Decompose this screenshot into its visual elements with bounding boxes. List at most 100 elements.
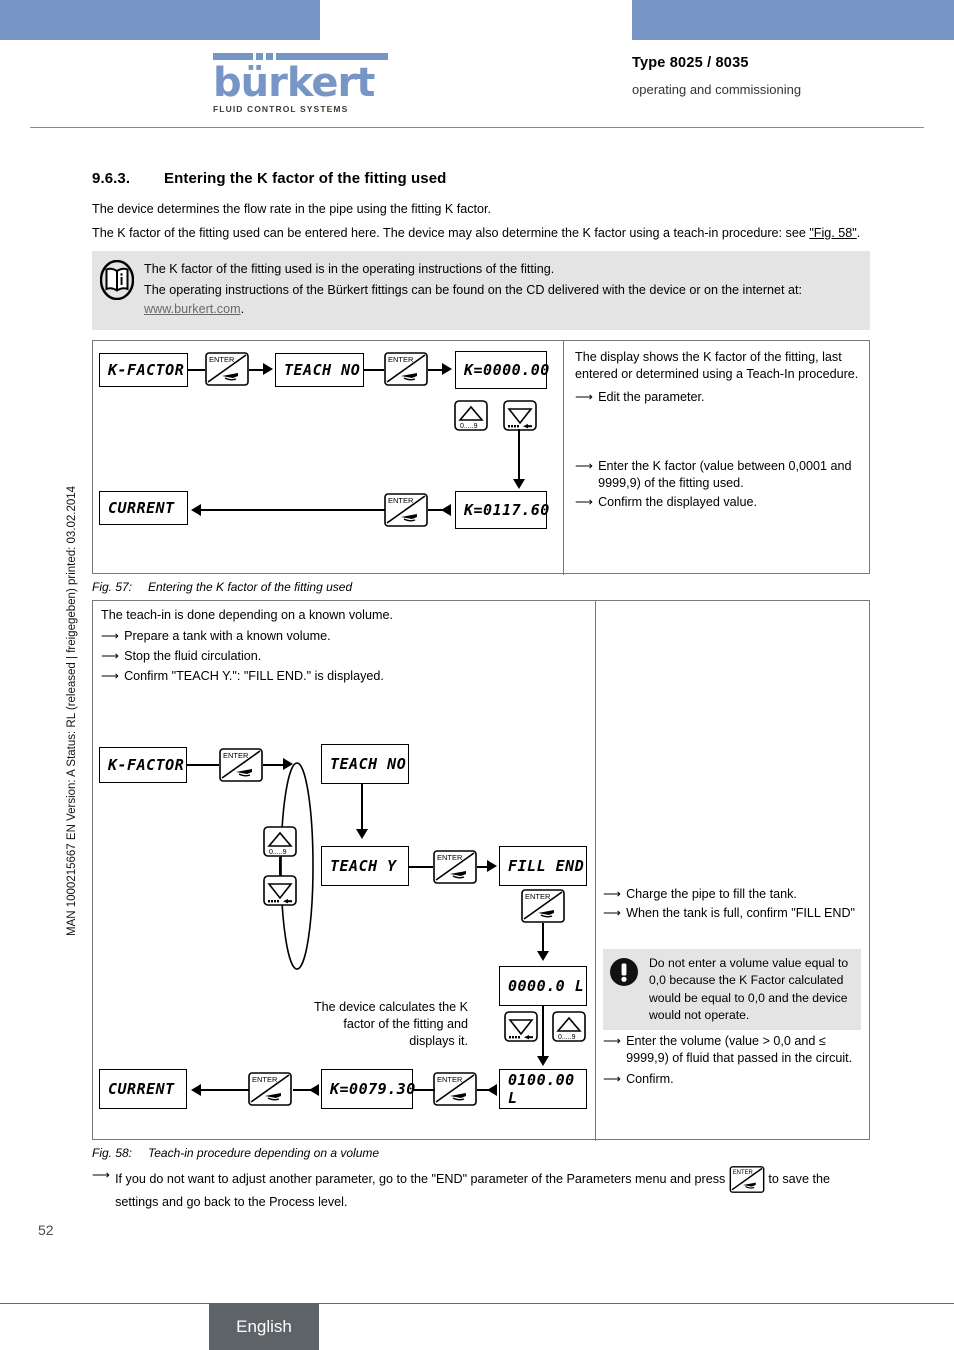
down-key-icon-58-a xyxy=(263,875,297,906)
enter-key-icon-58-b: ENTER xyxy=(433,850,477,884)
intro-paragraph-1: The device determines the flow rate in t… xyxy=(92,202,492,216)
fig58-expl-l3-text: Enter the volume (value > 0,0 and ≤ 9999… xyxy=(626,1033,853,1065)
fig58-intro-l3: ⟶ Confirm "TEACH Y.": "FILL END." is disp… xyxy=(101,668,701,685)
arrow-glyph: ⟶ xyxy=(101,668,120,683)
header-subtitle: operating and commissioning xyxy=(632,82,802,97)
svg-text:ENTER: ENTER xyxy=(388,355,414,364)
arrow-down-57-a xyxy=(513,478,525,489)
fig58-intro-l2: ⟶ Stop the fluid circulation. xyxy=(101,648,701,665)
banner-bar-right xyxy=(632,0,954,40)
burkert-website-link[interactable]: www.burkert.com xyxy=(144,302,241,316)
svg-text:0.....9: 0.....9 xyxy=(558,1034,576,1041)
enter-key-icon-57-a: ENTER xyxy=(205,352,249,386)
info-note-line1: The K factor of the fitting used is in t… xyxy=(144,262,555,277)
page-title: 9.6.3. Entering the K factor of the fitti… xyxy=(92,170,870,187)
fig58-caption-text: Teach-in procedure depending on a volume xyxy=(148,1145,380,1160)
fig57-expl-l3: ⟶ Confirm the displayed value. xyxy=(575,494,860,511)
svg-text:0.....9: 0.....9 xyxy=(460,423,478,430)
connector-line-58-j xyxy=(293,1088,313,1091)
up-key-icon-58-b: 0.....9 xyxy=(552,1011,586,1042)
lcd-volume-zero-58: 0000.0 L xyxy=(499,965,587,1006)
up-key-icon-58-a: 0.....9 xyxy=(263,826,297,857)
logo-wordmark: bürkert xyxy=(213,60,375,106)
lcd-fill-end-58: FILL END xyxy=(499,845,587,886)
enter-key-icon-58-e: ENTER xyxy=(248,1072,292,1106)
fig57-expl-l1: ⟶ Edit the parameter. xyxy=(575,389,860,406)
fig58-warning-box: Do not enter a volume value equal to 0,0… xyxy=(603,948,861,1031)
fig57-expl-l2: ⟶ Enter the K factor (value between 0,000… xyxy=(575,458,860,492)
fig58-expl-l1-text: Charge the pipe to fill the tank. xyxy=(626,886,797,901)
lcd-volume-set-58: 0100.00 L xyxy=(499,1068,587,1109)
arrow-glyph: ⟶ xyxy=(101,648,120,663)
enter-key-icon-58-d: ENTER xyxy=(433,1072,477,1106)
enter-key-icon-inline: ENTER xyxy=(729,1166,765,1193)
up-key-icon-57: 0.....9 xyxy=(454,400,488,431)
fig58-intro-l3-text: Confirm "TEACH Y.": "FILL END." is displ… xyxy=(124,668,384,683)
fig58-intro-l1: ⟶ Prepare a tank with a known volume. xyxy=(101,628,701,645)
arrow-glyph: ⟶ xyxy=(92,1167,111,1182)
arrow-glyph: ⟶ xyxy=(603,1071,622,1086)
figure-57-caption: Fig. 57: Entering the K factor of the fit… xyxy=(92,580,870,594)
lcd-current-58: CURRENT xyxy=(99,1068,187,1109)
header-divider xyxy=(30,127,924,128)
fig57-expl-l1-text: Edit the parameter. xyxy=(598,389,705,404)
figure-58-divider xyxy=(595,600,596,1141)
svg-text:ENTER: ENTER xyxy=(209,355,235,364)
fig58-expl-l3: ⟶ Enter the volume (value > 0,0 and ≤ 999… xyxy=(603,1033,861,1067)
arrow-glyph: ⟶ xyxy=(575,458,594,473)
fig58-crossref-link[interactable]: "Fig. 58" xyxy=(809,226,856,240)
section-number: 9.6.3. xyxy=(92,170,131,187)
connector-line-57-g xyxy=(201,508,385,511)
fig57-expl-l3-text: Confirm the displayed value. xyxy=(598,494,757,509)
intro-paragraph-2: The K factor of the fitting used can be … xyxy=(92,225,870,242)
connector-line-58-loop xyxy=(279,856,281,875)
figure-58: The teach-in is done depending on a know… xyxy=(92,599,870,1141)
arrow-right-58-b xyxy=(487,859,497,872)
arrow-down-58-b xyxy=(537,950,549,961)
closing-text-a: If you do not want to adjust another par… xyxy=(115,1171,729,1186)
fig58-expl-l4: ⟶ Confirm. xyxy=(603,1071,861,1088)
connector-line-58-a xyxy=(187,763,219,766)
section-title: Entering the K factor of the fitting use… xyxy=(164,170,447,187)
connector-line-57-e xyxy=(518,428,520,481)
lcd-teach-no-57: TEACH NO xyxy=(275,352,364,387)
lcd-teach-y-58: TEACH Y xyxy=(321,845,409,886)
intro-para2-text-b: . xyxy=(856,225,861,240)
banner-bar-left xyxy=(0,0,320,40)
connector-line-58-h xyxy=(477,1088,491,1091)
arrow-glyph: ⟶ xyxy=(575,389,594,404)
figure-57-explanations: The display shows the K factor of the fi… xyxy=(575,349,860,513)
exclamation-warning-icon xyxy=(610,957,638,986)
connector-line-57-a xyxy=(188,368,205,371)
arrow-left-58-c xyxy=(191,1083,201,1096)
fig58-expl-l2-text: When the tank is full, confirm "FILL END… xyxy=(626,905,856,920)
page-number: 52 xyxy=(38,1222,54,1238)
enter-key-icon-57-b: ENTER xyxy=(384,352,428,386)
burkert-logo: bürkert FLUID CONTROL SYSTEMS xyxy=(213,53,388,114)
arrow-down-58-c xyxy=(537,1055,549,1066)
main-content: 9.6.3. Entering the K factor of the fitti… xyxy=(92,170,870,1211)
info-note-box: The K factor of the fitting used is in t… xyxy=(92,251,870,330)
arrow-down-58-a xyxy=(356,828,368,839)
figure-58-explanations: ⟶ Charge the pipe to fill the tank. ⟶ When… xyxy=(603,886,861,924)
fig58-expl-l1: ⟶ Charge the pipe to fill the tank. xyxy=(603,886,861,903)
intro-para2-text-a: The K factor of the fitting used can be … xyxy=(92,225,810,240)
info-note-line2: The operating instructions of the Bürker… xyxy=(144,281,860,318)
svg-text:ENTER: ENTER xyxy=(525,892,551,901)
svg-text:ENTER: ENTER xyxy=(437,1075,463,1084)
enter-key-icon-58-a: ENTER xyxy=(219,748,263,782)
arrow-glyph: ⟶ xyxy=(603,886,622,901)
enter-key-icon-57-c: ENTER xyxy=(384,493,428,527)
fig57-caption-number: Fig. 57: xyxy=(92,579,133,594)
closing-instruction-text: If you do not want to adjust another par… xyxy=(115,1166,870,1211)
footer-divider xyxy=(0,1303,954,1304)
fig58-intro-p1: The teach-in is done depending on a know… xyxy=(101,607,393,622)
connector-line-58-c xyxy=(361,783,363,832)
figure-58-explanations-2: ⟶ Enter the volume (value > 0,0 and ≤ 999… xyxy=(603,1033,861,1090)
arrow-left-57-b xyxy=(191,503,201,516)
figure-57: K-FACTOR TEACH NO K=0000.00 K=0117.60 CU… xyxy=(92,339,870,575)
lcd-k-value-57: K=0117.60 xyxy=(455,490,549,529)
svg-text:ENTER: ENTER xyxy=(223,751,249,760)
arrow-right-57-a xyxy=(263,362,273,375)
arrow-glyph: ⟶ xyxy=(575,494,594,509)
